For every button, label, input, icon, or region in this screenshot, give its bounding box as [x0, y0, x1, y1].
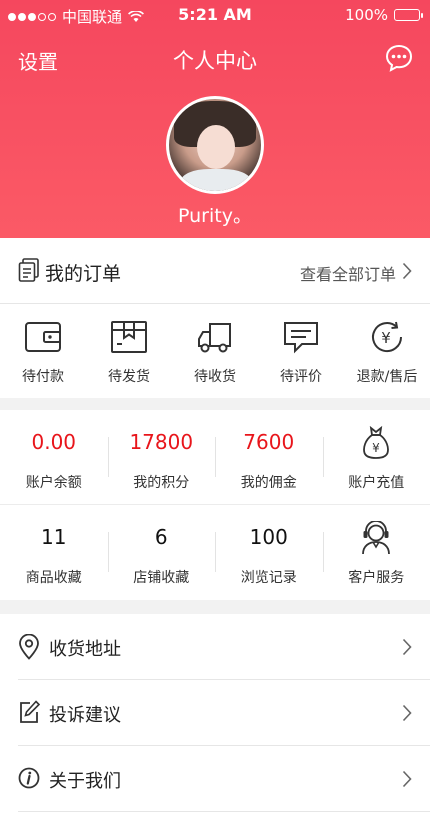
- battery-icon: [394, 9, 423, 21]
- order-item-label: 待付款: [22, 369, 64, 385]
- stats-row: 0.00 账户余额 17800 我的积分 7600 我的佣金 ¥ 账户充值: [0, 410, 430, 505]
- account-stats: 0.00 账户余额 17800 我的积分 7600 我的佣金 ¥ 账户充值 11…: [0, 410, 430, 600]
- menu-item-feedback[interactable]: 投诉建议: [0, 680, 430, 746]
- profile-header: 中国联通 5:21 AM 100% 设置 个人中心 Purity。: [0, 0, 430, 238]
- order-pending-shipment[interactable]: 待发货: [86, 304, 172, 398]
- order-pending-payment[interactable]: 待付款: [0, 304, 86, 398]
- svg-text:¥: ¥: [381, 329, 391, 347]
- stat-value: 6: [154, 525, 168, 549]
- chevron-right-icon: [402, 638, 412, 656]
- info-icon: [18, 767, 40, 789]
- my-points[interactable]: 17800 我的积分: [107, 410, 216, 504]
- order-item-label: 待发货: [108, 369, 150, 385]
- stat-label: 客户服务: [348, 570, 405, 586]
- page-title: 个人中心: [173, 49, 257, 73]
- chevron-right-icon: [402, 262, 412, 280]
- menu-item-about-us[interactable]: 关于我们: [0, 746, 430, 812]
- order-list-icon: [18, 258, 39, 282]
- menu-item-label: 投诉建议: [49, 705, 121, 726]
- comment-icon: [284, 322, 318, 354]
- stat-value: 7600: [243, 430, 295, 454]
- order-pending-review[interactable]: 待评价: [258, 304, 344, 398]
- stat-label: 我的积分: [133, 475, 190, 491]
- order-pending-receipt[interactable]: 待收货: [172, 304, 258, 398]
- battery-percent: 100%: [345, 6, 388, 24]
- delivery-truck-icon: [198, 323, 231, 353]
- avatar[interactable]: [166, 96, 264, 194]
- orders-title: 我的订单: [45, 263, 122, 285]
- menu-item-label: 收货地址: [49, 639, 121, 660]
- account-balance[interactable]: 0.00 账户余额: [0, 410, 108, 504]
- order-item-label: 待收货: [194, 369, 236, 385]
- stat-label: 账户余额: [25, 475, 82, 491]
- view-all-orders-link[interactable]: 查看全部订单: [300, 261, 396, 285]
- chevron-right-icon: [402, 704, 412, 722]
- customer-service[interactable]: 客户服务: [322, 505, 430, 600]
- product-favorites[interactable]: 11 商品收藏: [0, 505, 108, 600]
- my-commission[interactable]: 7600 我的佣金: [215, 410, 323, 504]
- edit-note-icon: [20, 700, 40, 723]
- chevron-right-icon: [402, 770, 412, 788]
- stat-value: 0.00: [31, 430, 77, 454]
- money-bag-icon: ¥: [363, 426, 390, 459]
- stat-value: 100: [249, 525, 288, 549]
- refund-yen-icon: ¥: [372, 321, 403, 353]
- status-right: 100%: [345, 6, 423, 24]
- stat-label: 店铺收藏: [133, 570, 190, 586]
- order-status-row: 待付款 待发货 待收货 待评价 ¥ 退款/售后: [0, 304, 430, 398]
- account-recharge[interactable]: ¥ 账户充值: [322, 410, 430, 504]
- stat-label: 浏览记录: [240, 570, 297, 586]
- divider: [18, 811, 430, 812]
- stat-value: 17800: [129, 430, 194, 454]
- order-item-label: 退款/售后: [356, 369, 418, 385]
- settings-menu: 收货地址 投诉建议 关于我们: [0, 614, 430, 827]
- store-favorites[interactable]: 6 店铺收藏: [107, 505, 216, 600]
- stat-label: 我的佣金: [240, 475, 297, 491]
- wallet-icon: [25, 322, 61, 352]
- customer-service-icon: [362, 521, 391, 555]
- stats-row: 11 商品收藏 6 店铺收藏 100 浏览记录 客户服务: [0, 505, 430, 600]
- order-refund-aftersale[interactable]: ¥ 退款/售后: [344, 304, 430, 398]
- svg-text:¥: ¥: [372, 441, 380, 455]
- menu-item-label: 关于我们: [49, 771, 121, 792]
- stat-label: 账户充值: [348, 475, 405, 491]
- orders-header[interactable]: 我的订单 查看全部订单: [0, 238, 430, 304]
- browsing-history[interactable]: 100 浏览记录: [215, 505, 323, 600]
- username: Purity。: [178, 205, 252, 227]
- status-bar: 中国联通 5:21 AM 100%: [0, 0, 430, 30]
- location-pin-icon: [19, 634, 39, 660]
- stat-value: 11: [41, 525, 67, 549]
- order-item-label: 待评价: [280, 369, 322, 385]
- chat-bubble-icon[interactable]: [384, 43, 414, 73]
- stat-label: 商品收藏: [25, 570, 82, 586]
- package-box-icon: [111, 321, 147, 353]
- menu-item-shipping-address[interactable]: 收货地址: [0, 614, 430, 680]
